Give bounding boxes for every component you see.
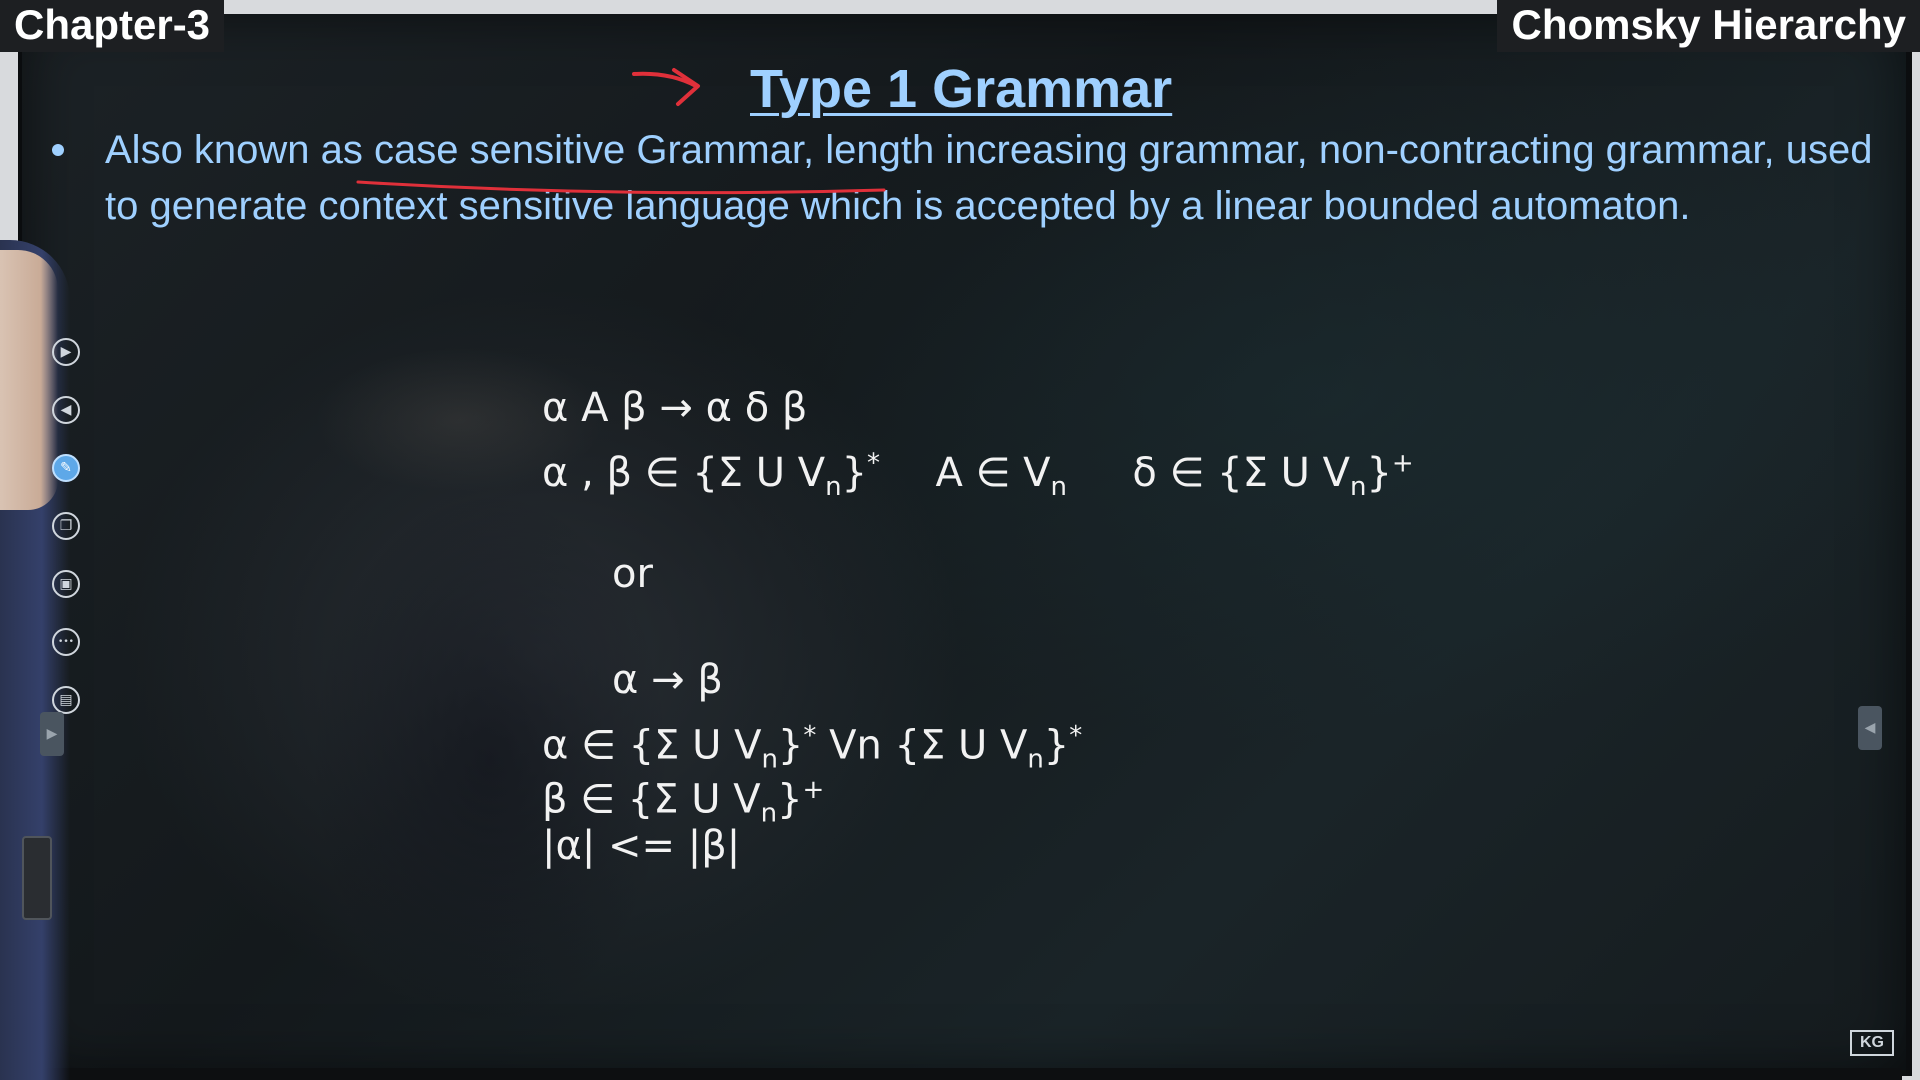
arrow-annotation-icon bbox=[632, 68, 700, 106]
forward-icon[interactable]: ▶ bbox=[52, 338, 80, 366]
screen: sense Chapter-3 Chomsky Hierarchy Type 1… bbox=[0, 0, 1920, 1080]
display-icon[interactable]: ▤ bbox=[52, 686, 80, 714]
right-panel-handle[interactable]: ◀ bbox=[1858, 706, 1882, 750]
camera-device bbox=[22, 836, 52, 920]
a-domain: A ∈ Vn bbox=[935, 450, 1067, 503]
copy-icon[interactable]: ❐ bbox=[52, 512, 80, 540]
length-rule: |α| <= |β| bbox=[542, 823, 741, 869]
or-label: or bbox=[612, 551, 653, 597]
alpha-beta-domain: α , β ∈ {Σ U Vn}* bbox=[542, 449, 881, 503]
bullet-icon bbox=[52, 144, 64, 156]
more-icon[interactable]: ••• bbox=[52, 628, 80, 656]
left-panel-handle[interactable]: ▶ bbox=[40, 712, 64, 756]
back-icon[interactable]: ◀ bbox=[52, 396, 80, 424]
rule-1-production: α A β → α δ β bbox=[542, 384, 807, 432]
presenter-face bbox=[0, 250, 58, 510]
screen-icon[interactable]: ▣ bbox=[52, 570, 80, 598]
board-frame bbox=[18, 1068, 1902, 1080]
pen-icon[interactable]: ✎ bbox=[52, 454, 80, 482]
chapter-tag: Chapter-3 bbox=[0, 0, 225, 52]
slide-title: Type 1 Grammar bbox=[750, 59, 1173, 119]
delta-domain: δ ∈ {Σ U Vn}+ bbox=[1132, 449, 1414, 503]
topic-tag: Chomsky Hierarchy bbox=[1497, 0, 1920, 52]
underline-annotation bbox=[356, 180, 886, 195]
rule-1-text: α A β → α δ β bbox=[542, 385, 808, 431]
rule-2-production: α → β bbox=[612, 657, 723, 703]
watermark-logo: KG bbox=[1850, 1030, 1894, 1056]
rule-1-conditions: α , β ∈ {Σ U Vn}* A ∈ Vn δ ∈ {Σ U Vn}+ bbox=[542, 440, 1414, 511]
